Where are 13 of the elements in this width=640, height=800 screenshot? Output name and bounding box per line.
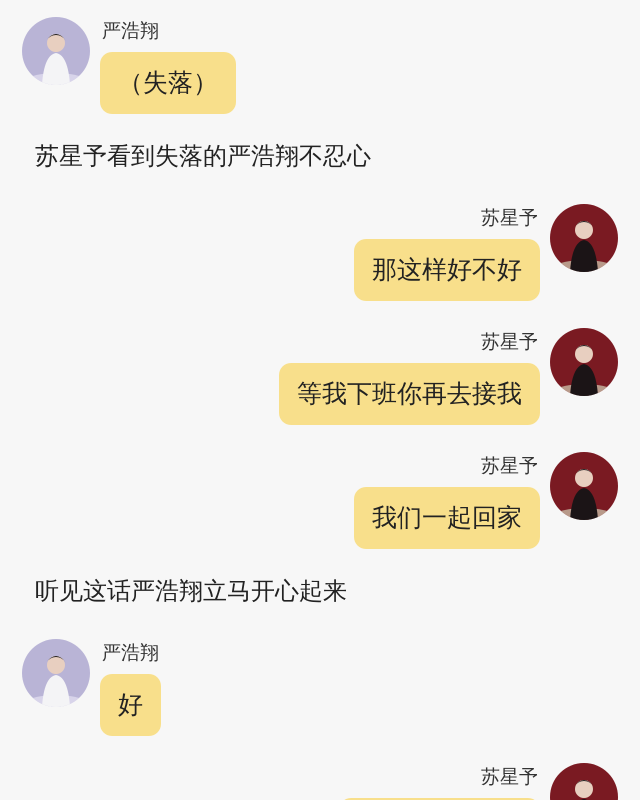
narration-text: 苏星予看到失落的严浩翔不忍心: [35, 141, 372, 172]
narration-text: 听见这话严浩翔立马开心起来: [35, 576, 348, 607]
message-bubble: （失落）: [100, 52, 236, 114]
message-bubble: 等我下班你再去接我: [279, 363, 540, 425]
sender-name: 苏星予: [480, 765, 539, 789]
sender-name: 严浩翔: [101, 641, 160, 665]
message-bubble: 我们一起回家: [354, 487, 540, 549]
sender-name: 苏星予: [480, 454, 539, 478]
sender-name: 苏星予: [480, 206, 539, 230]
message-bubble: 好: [100, 674, 161, 736]
sender-name: 严浩翔: [101, 19, 160, 43]
sender-name: 苏星予: [480, 330, 539, 354]
message-bubble: 那这样好不好: [354, 239, 540, 301]
